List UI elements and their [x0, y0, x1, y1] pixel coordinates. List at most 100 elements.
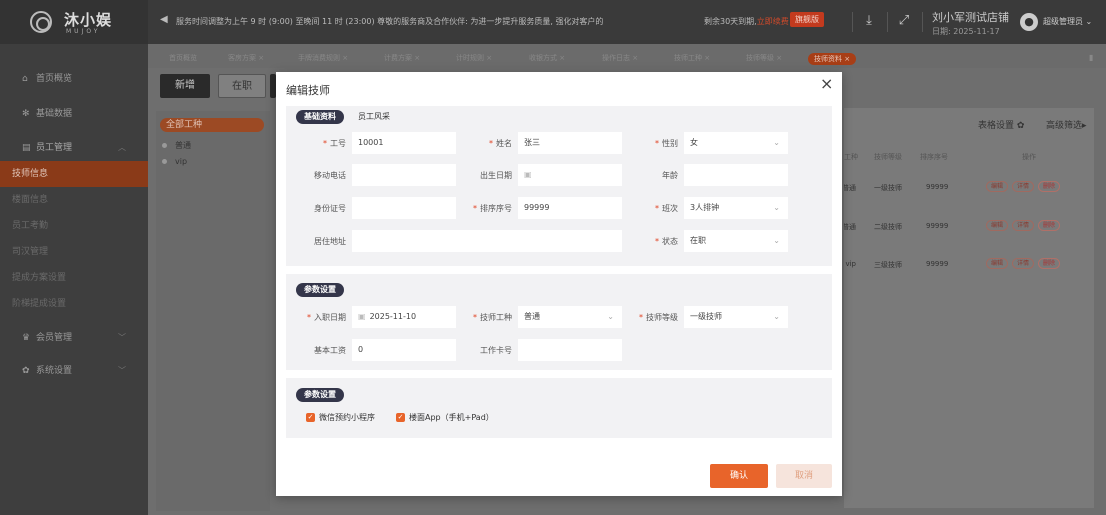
tab-room-plan[interactable]: 客房方案 × — [228, 53, 264, 65]
table-panel — [844, 108, 1094, 508]
job-type-value: 普通 — [524, 312, 540, 321]
sidebar-item-label: 技师信息 — [12, 169, 49, 179]
birthday-picker[interactable]: ▣ — [518, 164, 622, 186]
sidebar-item-settings[interactable]: ✿ 系统设置 ﹀ — [0, 358, 148, 384]
birthday-label: 出生日期 — [480, 171, 512, 180]
chevron-down-icon: ⌄ — [773, 203, 780, 212]
brand-name: 沐小娱 — [64, 11, 113, 29]
table-cell: 一级技师 — [874, 184, 902, 192]
avatar[interactable]: ● — [1020, 13, 1038, 31]
gender-select[interactable]: 女 ⌄ — [684, 132, 788, 154]
sidebar-item-members[interactable]: ♛ 会员管理 ﹀ — [0, 325, 148, 351]
table-settings-label: 表格设置 — [978, 121, 1015, 131]
tab-payment[interactable]: 收银方式 × — [529, 53, 565, 65]
tab-timing-rules[interactable]: 计时规则 × — [456, 53, 492, 65]
table-cell: 二级技师 — [874, 223, 902, 231]
detail-button[interactable]: 详情 — [1012, 258, 1034, 269]
table-cell: 普通 — [844, 223, 856, 231]
sidebar-item-basic-data[interactable]: ✻ 基础数据 — [0, 101, 148, 127]
wechat-label: 微信预约小程序 — [319, 413, 375, 422]
table-cell: 普通 — [844, 184, 856, 192]
sidebar-item-commission[interactable]: 提成方案设置 — [0, 265, 148, 291]
edit-button[interactable]: 编辑 — [986, 181, 1008, 192]
divider — [887, 12, 888, 32]
entry-date-picker[interactable]: ▣ 2025-11-10 — [352, 306, 456, 328]
sidebar-item-tier-commission[interactable]: 阶梯提成设置 — [0, 291, 148, 317]
renew-link[interactable]: 立即续费 — [757, 17, 789, 26]
job-type-select[interactable]: 普通 ⌄ — [518, 306, 622, 328]
sidebar-item-tech-info[interactable]: 技师信息 — [0, 161, 148, 187]
chevron-down-icon: ﹀ — [118, 366, 126, 375]
tab-home[interactable]: 首页概览 — [169, 53, 197, 65]
tree-node[interactable]: vip — [162, 157, 187, 166]
sidebar-item-attendance[interactable]: 员工考勤 — [0, 213, 148, 239]
name-input[interactable]: 张三 — [518, 132, 622, 154]
trash-icon[interactable]: ▮ — [1089, 53, 1093, 62]
crown-icon: ♛ — [22, 333, 31, 343]
edit-button[interactable]: 编辑 — [986, 220, 1008, 231]
detail-button[interactable]: 详情 — [1012, 220, 1034, 231]
app-checkbox[interactable]: ✓ — [396, 413, 405, 422]
user-role-dropdown[interactable]: 超级管理员 ⌄ — [1043, 16, 1092, 27]
delete-button[interactable]: 删除 — [1038, 220, 1060, 231]
tab-basic-info[interactable]: 基础资料 — [296, 110, 344, 124]
job-type-label: * 技师工种 — [473, 313, 512, 322]
fullscreen-icon[interactable]: ⤢ — [896, 13, 912, 29]
sidebar-item-label: 提成方案设置 — [12, 273, 67, 283]
shift-value: 3人排钟 — [690, 203, 720, 212]
table-cell: 三级技师 — [874, 261, 902, 269]
tab-billing-plan[interactable]: 计费方案 × — [384, 53, 420, 65]
sidebar-item-label: 员工考勤 — [12, 221, 49, 231]
column-header: 排序序号 — [920, 153, 948, 161]
sidebar-item-staff[interactable]: ▤ 员工管理 ︿ — [0, 135, 148, 161]
table-cell: 99999 — [926, 222, 949, 230]
logo: 沐小娱 MUJOY — [0, 0, 148, 44]
phone-input[interactable] — [352, 164, 456, 186]
age-input[interactable] — [684, 164, 788, 186]
add-button[interactable]: 新增 — [160, 74, 210, 98]
column-header: 技师等级 — [874, 153, 902, 161]
sidebar-item-home[interactable]: ⌂ 首页概览 — [0, 66, 148, 92]
table-settings-button[interactable]: 表格设置 ✿ — [978, 118, 1024, 131]
tab-staff-style[interactable]: 员工风采 — [358, 110, 390, 124]
sidebar-item-label: 司汉管理 — [12, 247, 49, 257]
wechat-checkbox[interactable]: ✓ — [306, 413, 315, 422]
table-cell: vip — [845, 260, 856, 268]
confirm-button[interactable]: 确认 — [710, 464, 768, 488]
order-label: * 排序序号 — [473, 204, 512, 213]
tree-root[interactable]: 全部工种 — [160, 118, 264, 132]
edit-button[interactable]: 编辑 — [986, 258, 1008, 269]
level-select[interactable]: 一级技师 ⌄ — [684, 306, 788, 328]
basic-info-section: 基础资料 员工风采 * 工号 10001 * 姓名 张三 * 性别 女 ⌄ 移动电话 出… — [286, 106, 832, 266]
tab-wristband-rules[interactable]: 手牌消费规则 × — [298, 53, 348, 65]
delete-button[interactable]: 删除 — [1038, 181, 1060, 192]
download-icon[interactable]: ⤓ — [861, 13, 877, 29]
tab-tech-type[interactable]: 技师工种 × — [674, 53, 710, 65]
sidebar-item-floor-info[interactable]: 楼面信息 — [0, 187, 148, 213]
address-label: 居住地址 — [314, 237, 346, 246]
tree-node[interactable]: 普通 — [162, 140, 191, 151]
id-card-input[interactable] — [352, 197, 456, 219]
tab-op-log[interactable]: 操作日志 × — [602, 53, 638, 65]
close-icon[interactable]: × — [820, 76, 833, 92]
address-input[interactable] — [352, 230, 622, 252]
app-label: 楼面App（手机+Pad） — [409, 413, 494, 422]
status-filter[interactable]: 在职 — [218, 74, 266, 98]
shift-select[interactable]: 3人排钟 ⌄ — [684, 197, 788, 219]
job-no-input[interactable]: 10001 — [352, 132, 456, 154]
gear-icon: ✿ — [22, 366, 30, 376]
salary-input[interactable]: 0 — [352, 339, 456, 361]
status-select[interactable]: 在职 ⌄ — [684, 230, 788, 252]
sidebar-item-driver[interactable]: 司汉管理 — [0, 239, 148, 265]
delete-button[interactable]: 删除 — [1038, 258, 1060, 269]
job-no-label: * 工号 — [323, 139, 346, 148]
tab-tech-level[interactable]: 技师等级 × — [746, 53, 782, 65]
card-input[interactable] — [518, 339, 622, 361]
order-input[interactable]: 99999 — [518, 197, 622, 219]
advanced-filter-button[interactable]: 高级筛选▸ — [1046, 118, 1087, 131]
cancel-button[interactable]: 取消 — [776, 464, 832, 488]
chevron-down-icon: ⌄ — [773, 312, 780, 321]
name-label: * 姓名 — [489, 139, 512, 148]
tab-tech-profile[interactable]: 技师资料 × — [808, 53, 857, 65]
detail-button[interactable]: 详情 — [1012, 181, 1034, 192]
